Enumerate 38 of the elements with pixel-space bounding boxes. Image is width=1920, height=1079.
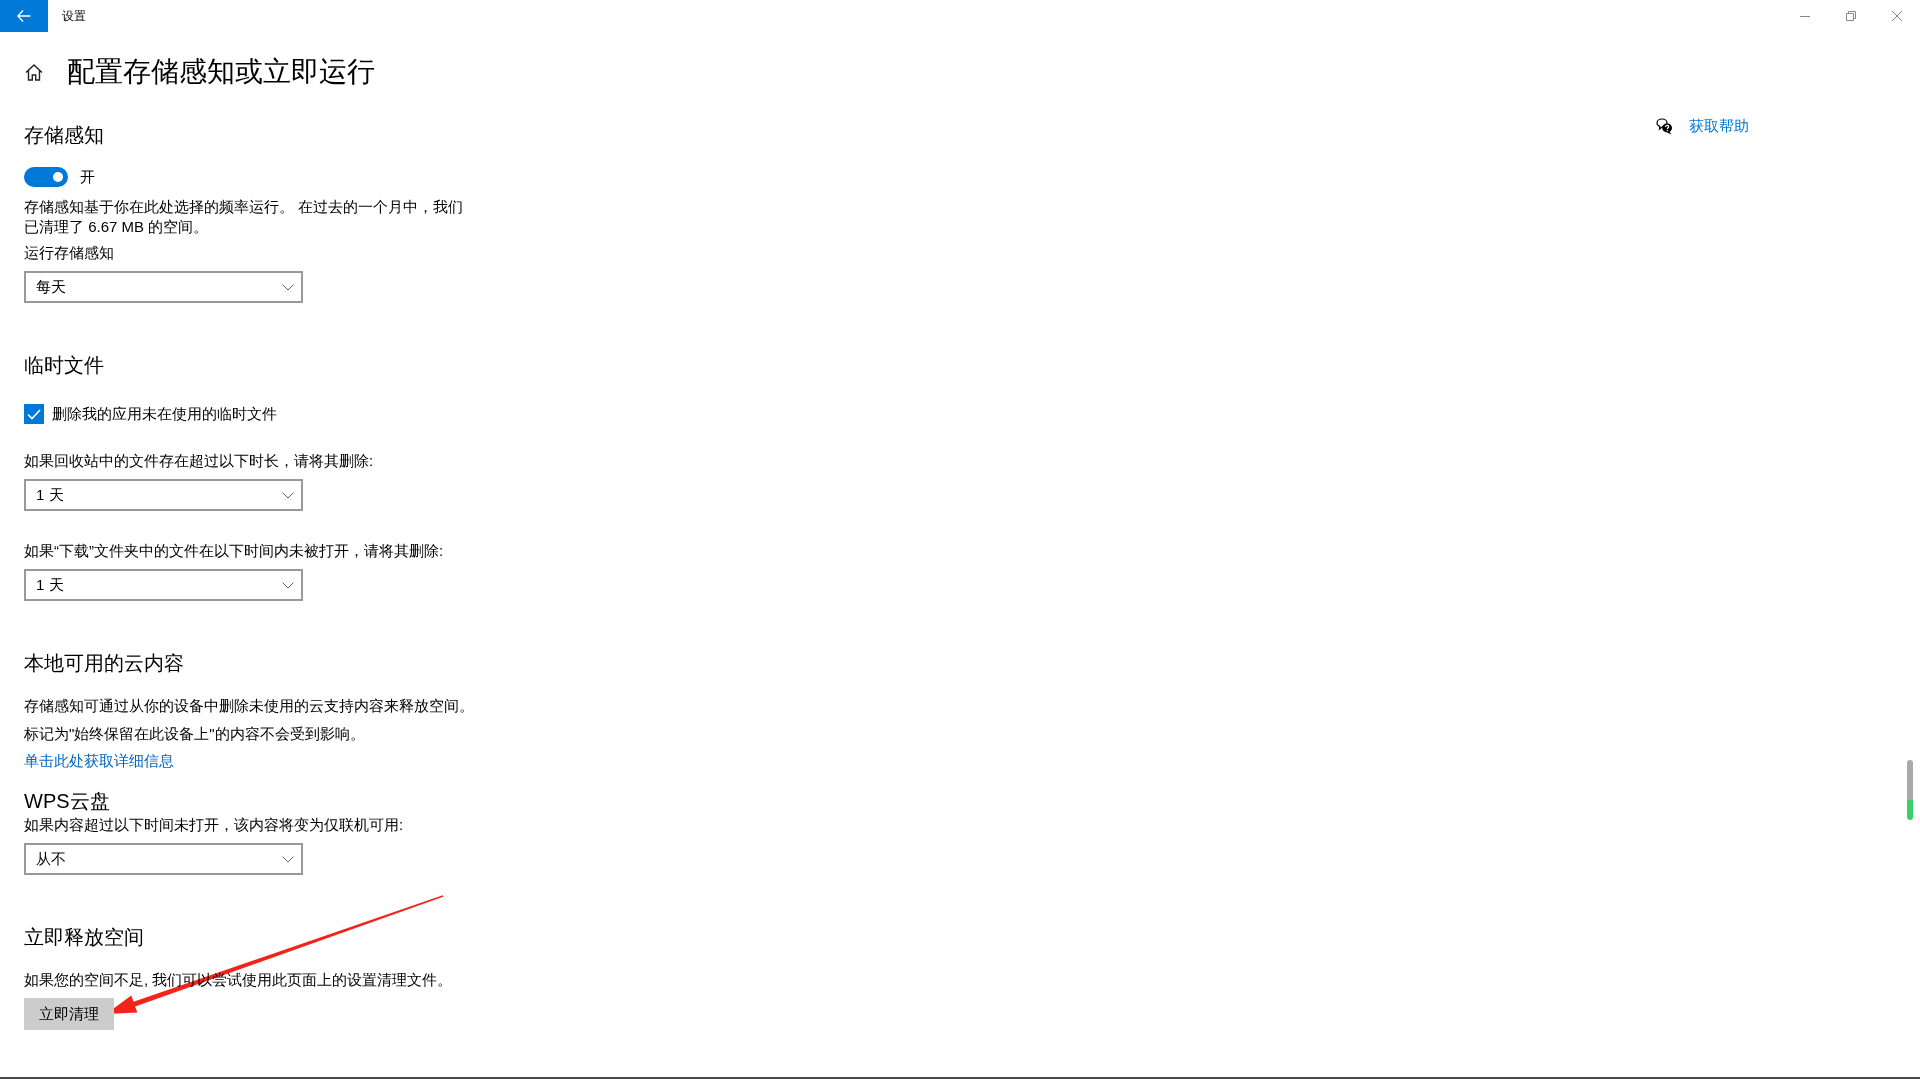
section-heading: 存储感知 [24,123,104,148]
chevron-down-icon [282,855,294,863]
scrollbar[interactable] [1907,760,1913,820]
description-text: 存储感知基于你在此处选择的频率运行。 在过去的一个月中，我们已清理了 6.67 MB 的空间。 [24,197,465,237]
back-arrow-icon [17,10,31,22]
subsection-heading: WPS云盘 [24,789,110,814]
dropdown-label: 如果回收站中的文件存在超过以下时长，请将其删除: [24,451,374,471]
chevron-down-icon [282,491,294,499]
toggle-state-label: 开 [80,167,95,187]
chevron-down-icon [282,283,294,291]
checkbox[interactable] [24,404,44,424]
dropdown[interactable]: 1 天 [24,479,303,511]
description-text: 存储感知可通过从你的设备中删除未使用的云支持内容来释放空间。 [24,696,474,716]
checkbox-label: 删除我的应用未在使用的临时文件 [52,404,277,424]
toggle-switch[interactable] [24,167,68,187]
description-text: 标记为"始终保留在此设备上"的内容不会受到影响。 [24,724,365,744]
help-chat-icon [1656,117,1673,135]
dropdown-label: 如果内容超过以下时间未打开，该内容将变为仅联机可用: [24,815,404,835]
close-icon[interactable] [1892,11,1902,21]
details-link[interactable]: 单击此处获取详细信息 [24,751,174,771]
page-title: 配置存储感知或立即运行 [67,55,375,89]
dropdown-label: 如果“下载”文件夹中的文件在以下时间内未被打开，请将其删除: [24,541,444,561]
checkmark-icon [27,408,41,420]
dropdown[interactable]: 从不 [24,843,303,875]
home-icon[interactable] [25,63,43,81]
section-heading: 临时文件 [24,353,104,378]
back-button[interactable] [0,0,48,32]
clean-now-button[interactable]: 立即清理 [24,998,114,1030]
minimize-icon[interactable] [1800,15,1810,17]
section-heading: 立即释放空间 [24,925,144,950]
dropdown-label: 运行存储感知 [24,243,115,263]
help-link[interactable]: 获取帮助 [1689,116,1749,136]
dropdown[interactable]: 1 天 [24,569,303,601]
dropdown[interactable]: 每天 [24,271,303,303]
restore-icon[interactable] [1846,11,1856,21]
section-heading: 本地可用的云内容 [24,651,184,676]
chevron-down-icon [282,581,294,589]
window-title: 设置 [62,8,86,24]
